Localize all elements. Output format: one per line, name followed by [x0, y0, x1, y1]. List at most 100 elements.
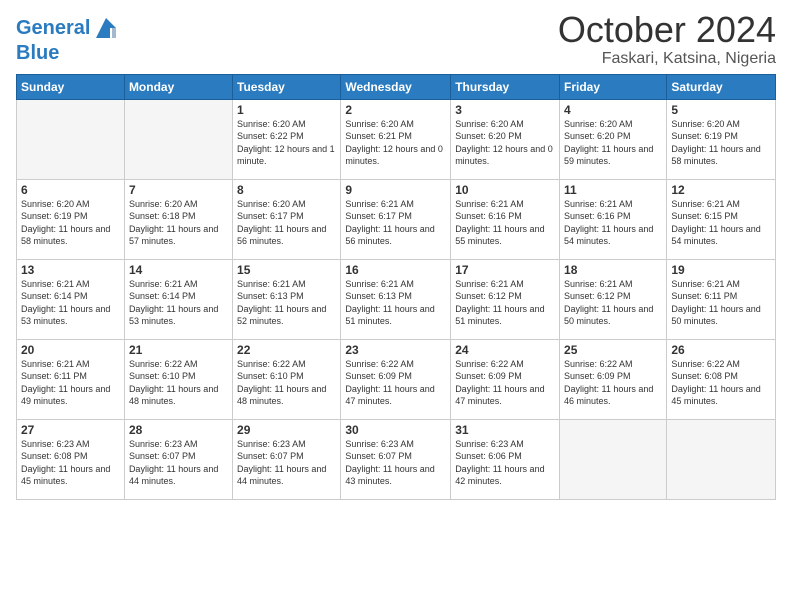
- day-number: 23: [345, 343, 446, 357]
- day-header-friday: Friday: [560, 74, 667, 99]
- day-info: Sunrise: 6:20 AMSunset: 6:21 PMDaylight:…: [345, 118, 446, 168]
- calendar-cell: 7Sunrise: 6:20 AMSunset: 6:18 PMDaylight…: [124, 179, 232, 259]
- day-info: Sunrise: 6:22 AMSunset: 6:09 PMDaylight:…: [455, 358, 555, 408]
- day-number: 31: [455, 423, 555, 437]
- calendar-cell: 5Sunrise: 6:20 AMSunset: 6:19 PMDaylight…: [667, 99, 776, 179]
- calendar-cell: 17Sunrise: 6:21 AMSunset: 6:12 PMDayligh…: [451, 259, 560, 339]
- calendar-cell: 25Sunrise: 6:22 AMSunset: 6:09 PMDayligh…: [560, 339, 667, 419]
- calendar-cell: 16Sunrise: 6:21 AMSunset: 6:13 PMDayligh…: [341, 259, 451, 339]
- day-info: Sunrise: 6:21 AMSunset: 6:11 PMDaylight:…: [21, 358, 120, 408]
- calendar-cell: 11Sunrise: 6:21 AMSunset: 6:16 PMDayligh…: [560, 179, 667, 259]
- day-number: 7: [129, 183, 228, 197]
- day-number: 28: [129, 423, 228, 437]
- calendar-cell: 20Sunrise: 6:21 AMSunset: 6:11 PMDayligh…: [17, 339, 125, 419]
- calendar-cell: 19Sunrise: 6:21 AMSunset: 6:11 PMDayligh…: [667, 259, 776, 339]
- day-header-wednesday: Wednesday: [341, 74, 451, 99]
- day-info: Sunrise: 6:21 AMSunset: 6:12 PMDaylight:…: [455, 278, 555, 328]
- day-number: 26: [671, 343, 771, 357]
- day-number: 4: [564, 103, 662, 117]
- calendar-week-3: 13Sunrise: 6:21 AMSunset: 6:14 PMDayligh…: [17, 259, 776, 339]
- calendar-cell: 9Sunrise: 6:21 AMSunset: 6:17 PMDaylight…: [341, 179, 451, 259]
- title-block: October 2024 Faskari, Katsina, Nigeria: [558, 10, 776, 68]
- calendar-cell: 31Sunrise: 6:23 AMSunset: 6:06 PMDayligh…: [451, 419, 560, 499]
- day-header-sunday: Sunday: [17, 74, 125, 99]
- day-number: 11: [564, 183, 662, 197]
- day-number: 12: [671, 183, 771, 197]
- calendar-cell: 30Sunrise: 6:23 AMSunset: 6:07 PMDayligh…: [341, 419, 451, 499]
- month-title: October 2024: [558, 10, 776, 50]
- day-number: 9: [345, 183, 446, 197]
- calendar-cell: 4Sunrise: 6:20 AMSunset: 6:20 PMDaylight…: [560, 99, 667, 179]
- day-number: 10: [455, 183, 555, 197]
- day-number: 15: [237, 263, 336, 277]
- day-number: 5: [671, 103, 771, 117]
- calendar-table: SundayMondayTuesdayWednesdayThursdayFrid…: [16, 74, 776, 500]
- day-info: Sunrise: 6:20 AMSunset: 6:19 PMDaylight:…: [21, 198, 120, 248]
- day-info: Sunrise: 6:20 AMSunset: 6:20 PMDaylight:…: [564, 118, 662, 168]
- day-info: Sunrise: 6:21 AMSunset: 6:12 PMDaylight:…: [564, 278, 662, 328]
- day-info: Sunrise: 6:22 AMSunset: 6:10 PMDaylight:…: [237, 358, 336, 408]
- day-number: 3: [455, 103, 555, 117]
- day-header-tuesday: Tuesday: [233, 74, 341, 99]
- day-number: 20: [21, 343, 120, 357]
- calendar-cell: 22Sunrise: 6:22 AMSunset: 6:10 PMDayligh…: [233, 339, 341, 419]
- day-info: Sunrise: 6:21 AMSunset: 6:13 PMDaylight:…: [345, 278, 446, 328]
- calendar-cell: [560, 419, 667, 499]
- day-info: Sunrise: 6:23 AMSunset: 6:07 PMDaylight:…: [345, 438, 446, 488]
- day-info: Sunrise: 6:21 AMSunset: 6:14 PMDaylight:…: [21, 278, 120, 328]
- day-number: 14: [129, 263, 228, 277]
- calendar-cell: 6Sunrise: 6:20 AMSunset: 6:19 PMDaylight…: [17, 179, 125, 259]
- day-info: Sunrise: 6:21 AMSunset: 6:15 PMDaylight:…: [671, 198, 771, 248]
- day-number: 6: [21, 183, 120, 197]
- calendar-header-row: SundayMondayTuesdayWednesdayThursdayFrid…: [17, 74, 776, 99]
- day-info: Sunrise: 6:21 AMSunset: 6:16 PMDaylight:…: [455, 198, 555, 248]
- day-info: Sunrise: 6:21 AMSunset: 6:16 PMDaylight:…: [564, 198, 662, 248]
- day-info: Sunrise: 6:22 AMSunset: 6:08 PMDaylight:…: [671, 358, 771, 408]
- day-number: 13: [21, 263, 120, 277]
- calendar-cell: 21Sunrise: 6:22 AMSunset: 6:10 PMDayligh…: [124, 339, 232, 419]
- day-info: Sunrise: 6:22 AMSunset: 6:09 PMDaylight:…: [345, 358, 446, 408]
- day-number: 19: [671, 263, 771, 277]
- day-info: Sunrise: 6:20 AMSunset: 6:18 PMDaylight:…: [129, 198, 228, 248]
- day-info: Sunrise: 6:23 AMSunset: 6:07 PMDaylight:…: [129, 438, 228, 488]
- page: General Blue October 2024 Faskari, Katsi…: [0, 0, 792, 510]
- day-number: 18: [564, 263, 662, 277]
- day-header-monday: Monday: [124, 74, 232, 99]
- day-info: Sunrise: 6:23 AMSunset: 6:06 PMDaylight:…: [455, 438, 555, 488]
- calendar-cell: 10Sunrise: 6:21 AMSunset: 6:16 PMDayligh…: [451, 179, 560, 259]
- calendar-week-1: 1Sunrise: 6:20 AMSunset: 6:22 PMDaylight…: [17, 99, 776, 179]
- day-number: 25: [564, 343, 662, 357]
- calendar-week-2: 6Sunrise: 6:20 AMSunset: 6:19 PMDaylight…: [17, 179, 776, 259]
- day-number: 21: [129, 343, 228, 357]
- day-header-thursday: Thursday: [451, 74, 560, 99]
- day-number: 30: [345, 423, 446, 437]
- calendar-cell: [124, 99, 232, 179]
- day-header-saturday: Saturday: [667, 74, 776, 99]
- calendar-cell: 13Sunrise: 6:21 AMSunset: 6:14 PMDayligh…: [17, 259, 125, 339]
- calendar-cell: 2Sunrise: 6:20 AMSunset: 6:21 PMDaylight…: [341, 99, 451, 179]
- day-number: 16: [345, 263, 446, 277]
- location-title: Faskari, Katsina, Nigeria: [558, 50, 776, 68]
- calendar-cell: 28Sunrise: 6:23 AMSunset: 6:07 PMDayligh…: [124, 419, 232, 499]
- calendar-week-4: 20Sunrise: 6:21 AMSunset: 6:11 PMDayligh…: [17, 339, 776, 419]
- calendar-cell: 27Sunrise: 6:23 AMSunset: 6:08 PMDayligh…: [17, 419, 125, 499]
- day-info: Sunrise: 6:22 AMSunset: 6:10 PMDaylight:…: [129, 358, 228, 408]
- day-number: 17: [455, 263, 555, 277]
- calendar-cell: 3Sunrise: 6:20 AMSunset: 6:20 PMDaylight…: [451, 99, 560, 179]
- day-number: 8: [237, 183, 336, 197]
- day-number: 2: [345, 103, 446, 117]
- day-info: Sunrise: 6:21 AMSunset: 6:17 PMDaylight:…: [345, 198, 446, 248]
- day-info: Sunrise: 6:20 AMSunset: 6:22 PMDaylight:…: [237, 118, 336, 168]
- day-number: 1: [237, 103, 336, 117]
- day-number: 24: [455, 343, 555, 357]
- day-number: 22: [237, 343, 336, 357]
- logo: General Blue: [16, 14, 120, 64]
- calendar-week-5: 27Sunrise: 6:23 AMSunset: 6:08 PMDayligh…: [17, 419, 776, 499]
- day-number: 29: [237, 423, 336, 437]
- day-info: Sunrise: 6:21 AMSunset: 6:13 PMDaylight:…: [237, 278, 336, 328]
- calendar-cell: 26Sunrise: 6:22 AMSunset: 6:08 PMDayligh…: [667, 339, 776, 419]
- calendar-cell: 14Sunrise: 6:21 AMSunset: 6:14 PMDayligh…: [124, 259, 232, 339]
- day-info: Sunrise: 6:23 AMSunset: 6:07 PMDaylight:…: [237, 438, 336, 488]
- calendar-cell: 29Sunrise: 6:23 AMSunset: 6:07 PMDayligh…: [233, 419, 341, 499]
- day-info: Sunrise: 6:21 AMSunset: 6:14 PMDaylight:…: [129, 278, 228, 328]
